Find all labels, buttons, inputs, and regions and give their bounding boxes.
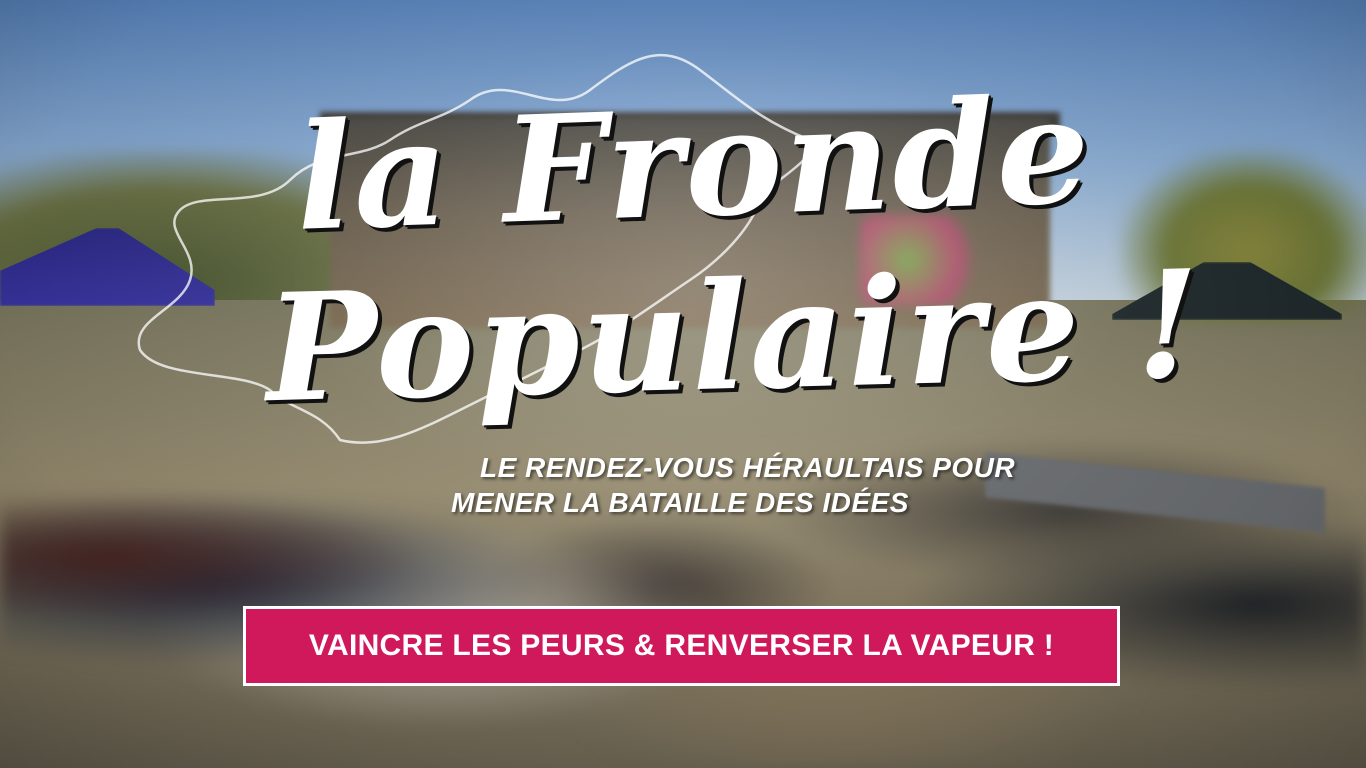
slogan-text: VAINCRE LES PEURS & RENVERSER LA VAPEUR … [308, 629, 1055, 662]
subtitle-line-2: MENER LA BATAILLE DES IDÉES [451, 487, 909, 518]
title-line-1: la Fronde [293, 65, 1095, 264]
title-line-2: Populaire ! [263, 236, 1205, 436]
slogan-box: VAINCRE LES PEURS & RENVERSER LA VAPEUR … [243, 606, 1120, 686]
subtitle-line-1: LE RENDEZ-VOUS HÉRAULTAIS POUR [480, 452, 1016, 483]
event-banner: la Fronde Populaire ! LE RENDEZ-VOUS HÉR… [0, 0, 1366, 768]
